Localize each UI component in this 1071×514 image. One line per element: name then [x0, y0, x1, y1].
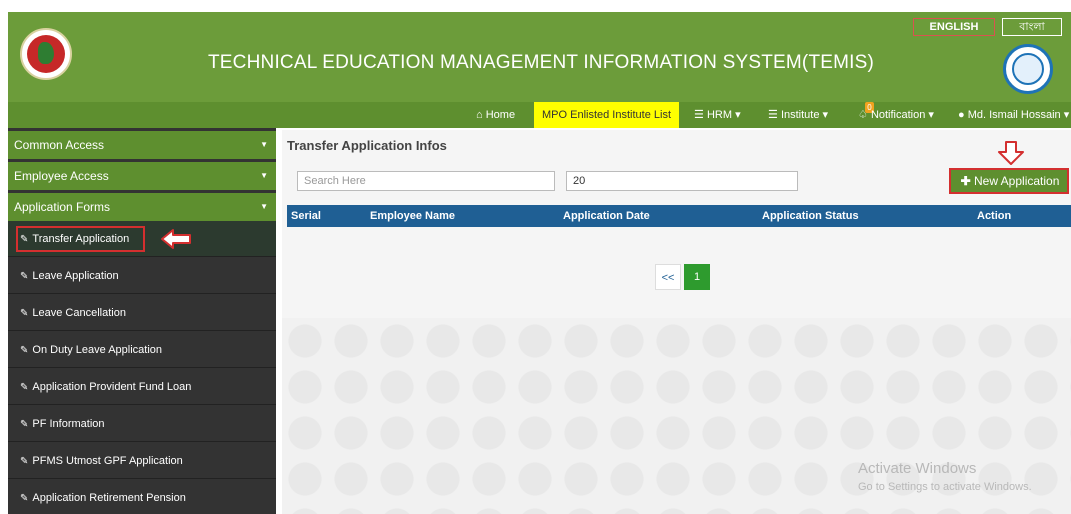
chevron-down-icon: ▾: [822, 109, 829, 121]
edit-icon: ✎: [20, 419, 29, 430]
sidebar-item-on-duty-leave-application[interactable]: ✎ On Duty Leave Application: [8, 332, 276, 368]
column-header-application-date: Application Date: [563, 210, 650, 222]
pointer-arrow-left-icon: [161, 229, 191, 249]
edit-icon: ✎: [20, 382, 29, 393]
sidebar-section-employee-access[interactable]: Employee Access ▼: [8, 162, 276, 190]
chevron-down-icon: ▾: [735, 109, 741, 121]
caret-down-icon: ▼: [260, 171, 268, 180]
sidebar-item-label: Leave Application: [32, 270, 119, 282]
new-application-highlight-box: [949, 168, 1069, 194]
nav-mpo-enlisted-institute-list[interactable]: MPO Enlisted Institute List: [534, 102, 679, 128]
sidebar-section-label: Application Forms: [14, 200, 111, 214]
sidebar-section-common-access[interactable]: Common Access ▼: [8, 131, 276, 159]
sidebar-item-application-retirement-pension[interactable]: ✎ Application Retirement Pension: [8, 480, 276, 514]
main-panel: Transfer Application Infos Search Here 2…: [282, 130, 1071, 318]
nav-notification-label: Notification: [870, 109, 926, 121]
sidebar-item-label: Application Provident Fund Loan: [32, 381, 192, 393]
sidebar-item-pf-information[interactable]: ✎ PF Information: [8, 406, 276, 442]
column-header-serial: Serial: [291, 210, 321, 222]
sidebar-section-label: Employee Access: [14, 169, 109, 183]
english-language-button[interactable]: ENGLISH: [913, 18, 995, 36]
page-title: TECHNICAL EDUCATION MANAGEMENT INFORMATI…: [208, 52, 875, 73]
sidebar-section-label: Common Access: [14, 138, 105, 152]
pager-previous-button[interactable]: <<: [655, 264, 681, 290]
bell-icon: ♤: [858, 109, 868, 121]
sidebar-item-leave-application[interactable]: ✎ Leave Application: [8, 258, 276, 294]
search-input[interactable]: Search Here: [297, 171, 555, 191]
sidebar-item-provident-fund-loan[interactable]: ✎ Application Provident Fund Loan: [8, 369, 276, 405]
page-size-input[interactable]: 20: [566, 171, 798, 191]
user-name: Md. Ismail Hossain: [967, 109, 1061, 121]
sidebar-item-label: On Duty Leave Application: [32, 344, 163, 356]
edit-icon: ✎: [20, 271, 29, 282]
nav-hrm-label: HRM: [706, 109, 732, 121]
top-navbar: ⌂ Home MPO Enlisted Institute List ☰ HRM…: [8, 102, 1071, 128]
column-header-action: Action: [977, 210, 1012, 222]
hrm-icon: ☰: [694, 109, 704, 121]
panel-title: Transfer Application Infos: [287, 138, 447, 153]
sidebar-item-label: PF Information: [32, 418, 105, 430]
table-header: Serial Employee Name Application Date Ap…: [287, 205, 1071, 227]
sidebar: Common Access ▼ Employee Access ▼ Applic…: [8, 128, 276, 514]
institute-icon: ☰: [768, 109, 778, 121]
nav-home[interactable]: ⌂ Home: [476, 102, 515, 128]
pager-page-1[interactable]: 1: [684, 264, 710, 290]
app-header: ENGLISH বাংলা TECHNICAL EDUCATION MANAGE…: [8, 12, 1071, 102]
nav-user-menu[interactable]: ● Md. Ismail Hossain ▾: [958, 102, 1069, 128]
edit-icon: ✎: [20, 308, 29, 319]
edit-icon: ✎: [20, 345, 29, 356]
sidebar-item-label: Leave Cancellation: [32, 307, 126, 319]
watermark-line-1: Activate Windows: [858, 460, 977, 477]
nav-institute-label: Institute: [780, 109, 820, 121]
edit-icon: ✎: [20, 456, 29, 467]
edit-icon: ✎: [20, 493, 29, 504]
user-icon: ●: [958, 109, 965, 121]
sidebar-item-label: PFMS Utmost GPF Application: [32, 455, 183, 467]
sidebar-item-pfms-utmost-gpf-application[interactable]: ✎ PFMS Utmost GPF Application: [8, 443, 276, 479]
directorate-logo: [1003, 44, 1053, 94]
nav-institute[interactable]: ☰ Institute ▾: [768, 102, 828, 128]
activate-windows-watermark: Activate Windows Go to Settings to activ…: [858, 460, 1032, 493]
nav-home-label: Home: [485, 109, 516, 121]
government-seal-logo: [20, 28, 72, 80]
caret-down-icon: ▼: [260, 202, 268, 211]
sidebar-item-label: Application Retirement Pension: [32, 492, 186, 504]
caret-down-icon: ▼: [260, 140, 268, 149]
bangla-language-button[interactable]: বাংলা: [1002, 18, 1062, 36]
watermark-line-2: Go to Settings to activate Windows.: [858, 481, 1032, 493]
home-icon: ⌂: [476, 109, 483, 121]
sidebar-item-leave-cancellation[interactable]: ✎ Leave Cancellation: [8, 295, 276, 331]
pointer-arrow-down-icon: [998, 141, 1024, 165]
column-header-application-status: Application Status: [762, 210, 859, 222]
search-placeholder: Search Here: [304, 175, 366, 187]
chevron-down-icon: ▾: [1063, 109, 1070, 121]
nav-hrm[interactable]: ☰ HRM ▾: [694, 102, 741, 128]
sidebar-section-application-forms[interactable]: Application Forms ▼: [8, 193, 276, 221]
chevron-down-icon: ▾: [928, 109, 934, 121]
transfer-application-highlight-box: [16, 226, 145, 252]
nav-notification[interactable]: ♤ Notification ▾: [858, 102, 934, 128]
column-header-employee-name: Employee Name: [370, 210, 455, 222]
